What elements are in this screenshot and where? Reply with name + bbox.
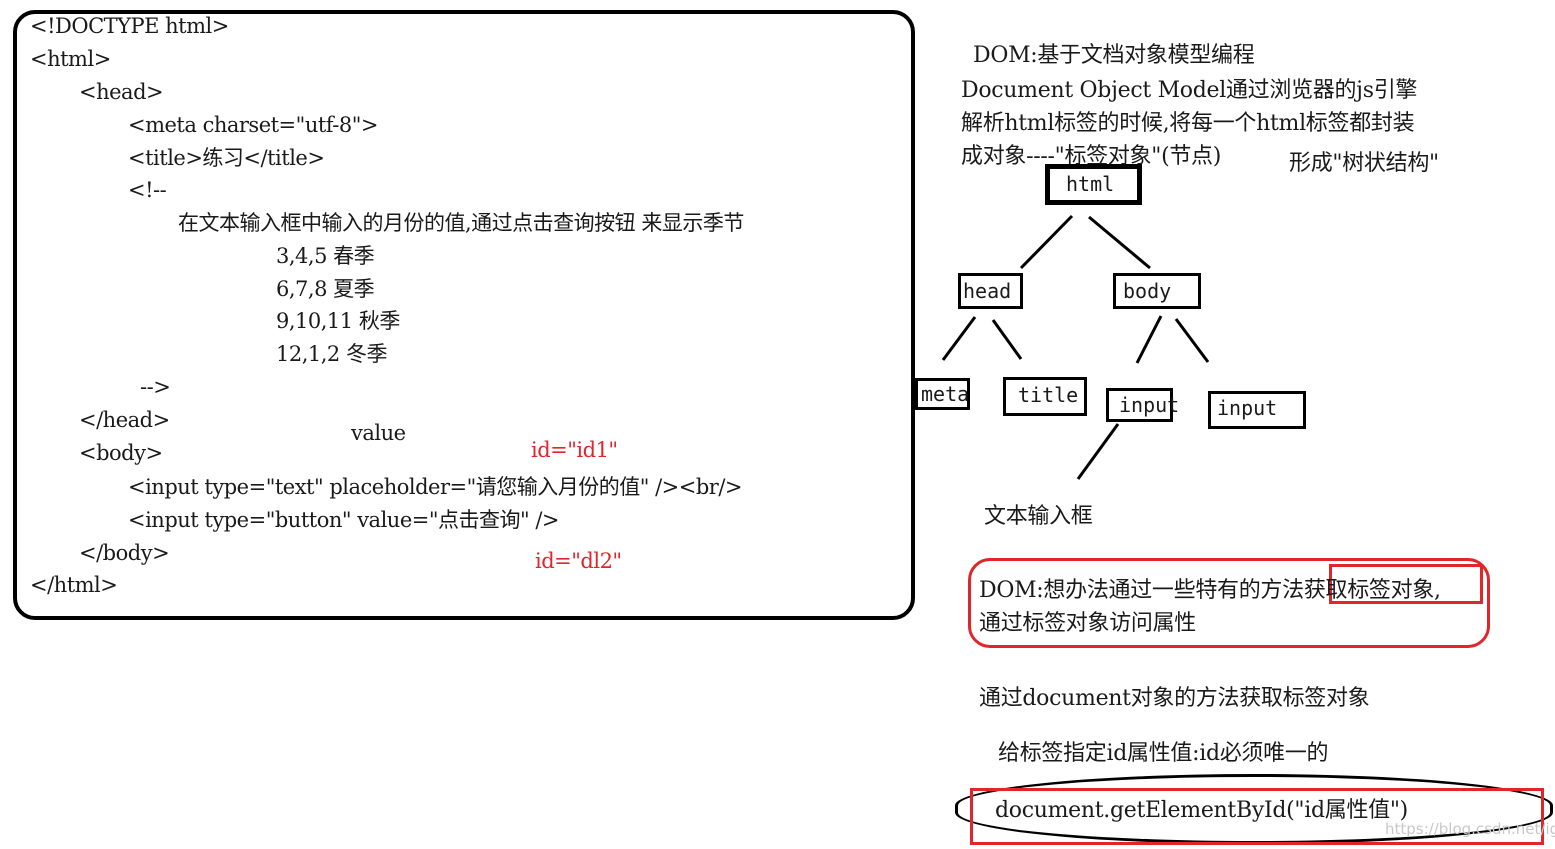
get-element-by-id-method: document.getElementById("id属性值") xyxy=(995,798,1408,823)
edge-body-input1 xyxy=(1135,315,1163,364)
watermark: https://blog.csdn.net/igff xyxy=(1385,820,1555,838)
tree-node-head: head xyxy=(958,273,1023,309)
edge-body-input2 xyxy=(1174,318,1210,363)
dom-approach-line1: DOM:想办法通过一些特有的方法获取标签对象, xyxy=(979,578,1441,603)
edge-input1-note xyxy=(1076,423,1120,480)
tree-node-input-text: input xyxy=(1106,388,1179,422)
dom-approach-line2: 通过标签对象访问属性 xyxy=(979,611,1197,636)
edge-head-title xyxy=(991,319,1023,360)
tree-node-title: title xyxy=(1003,377,1087,416)
tree-node-html: html xyxy=(1045,164,1142,205)
id-rule-note: 给标签指定id属性值:id必须唯一的 xyxy=(998,741,1329,766)
tree-connectors xyxy=(941,214,1210,480)
edge-html-body xyxy=(1088,215,1151,270)
tree-node-meta: meta xyxy=(915,378,970,410)
tree-node-input-button: input xyxy=(1208,391,1306,429)
edge-head-meta xyxy=(941,316,977,361)
input-text-note: 文本输入框 xyxy=(984,504,1093,529)
tree-node-body: body xyxy=(1113,273,1201,309)
via-document-note: 通过document对象的方法获取标签对象 xyxy=(979,686,1370,711)
edge-html-head xyxy=(1019,214,1074,270)
